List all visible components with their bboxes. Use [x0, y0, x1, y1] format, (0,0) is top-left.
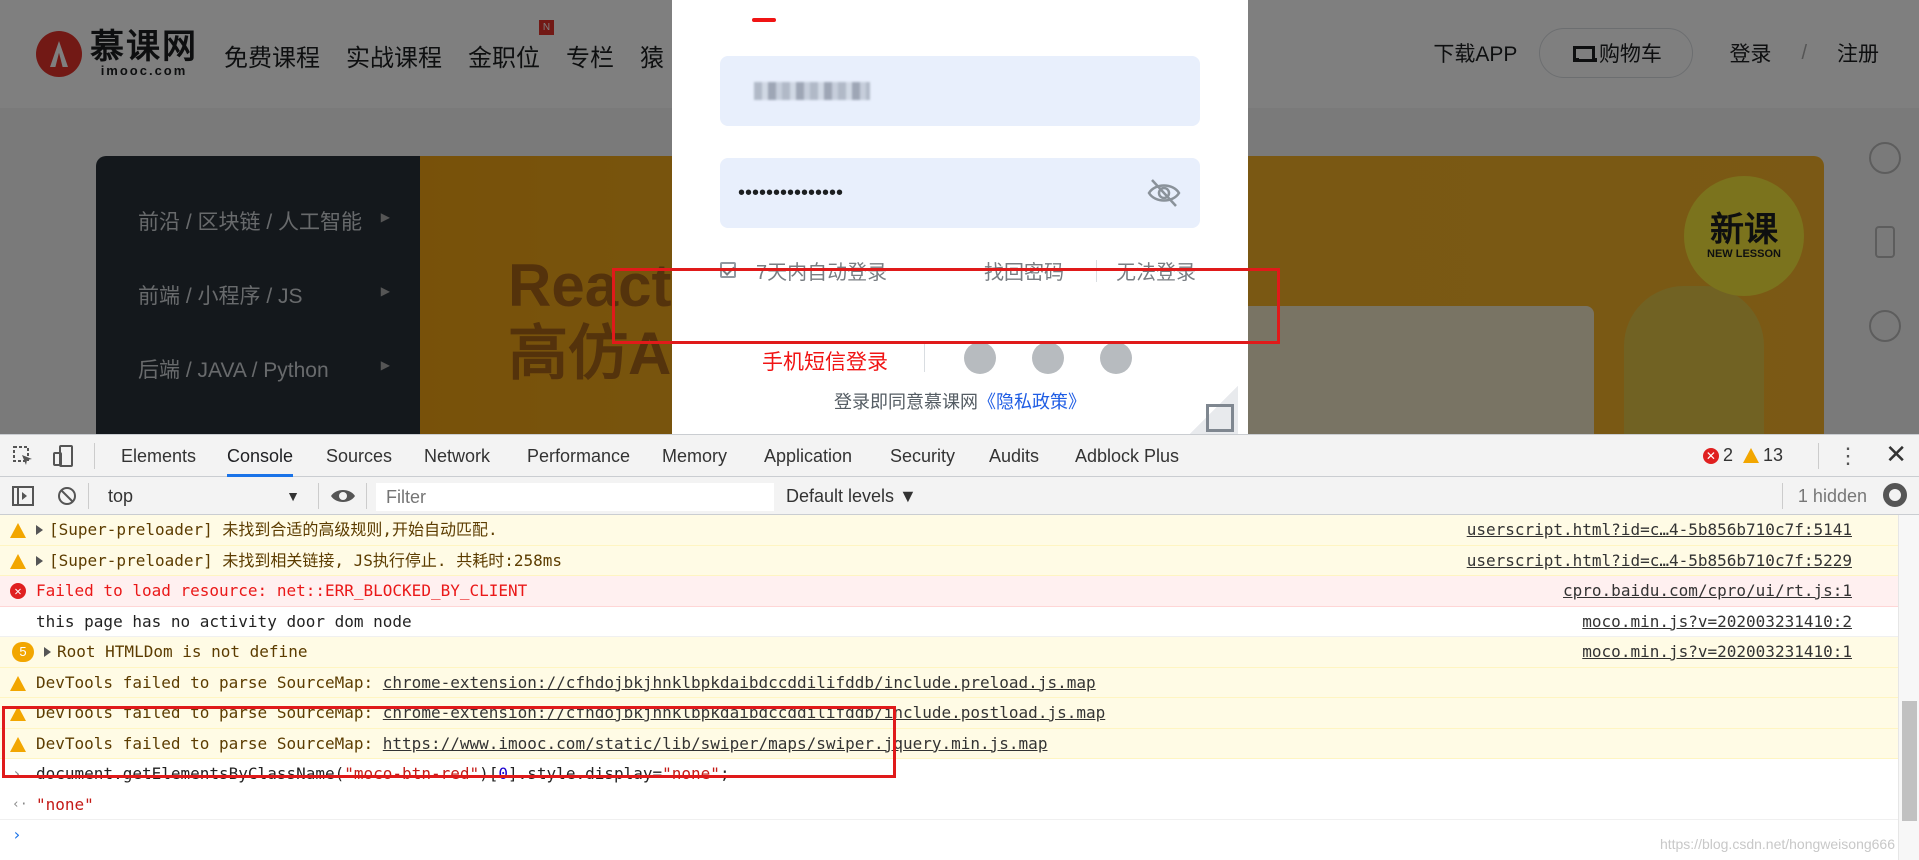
error-icon: ✕ — [1702, 447, 1719, 464]
warning-count: 13 — [1762, 445, 1783, 465]
message-text: this page has no activity door dom node — [36, 611, 412, 631]
divider — [318, 483, 319, 509]
qr-code-icon — [1206, 404, 1234, 432]
weibo-icon[interactable] — [964, 342, 996, 374]
webpage-area: 慕课网 imooc.com 免费课程 实战课程 金职位N 专栏 猿 下载APP … — [0, 0, 1919, 434]
console-message[interactable]: 5 Root HTMLDom is not define moco.min.js… — [0, 637, 1898, 668]
close-icon[interactable]: ✕ — [1885, 439, 1907, 470]
eye-off-icon[interactable] — [1146, 176, 1182, 210]
source-link[interactable]: userscript.html?id=c…4-5b856b710c7f:5141 — [1467, 515, 1852, 545]
divider — [366, 483, 367, 509]
warning-icon — [10, 675, 26, 691]
console-toolbar: top ▼ Default levels ▼ 1 hidden — [0, 477, 1919, 515]
agreement-prefix: 登录即同意慕课网 — [834, 392, 978, 412]
gear-icon[interactable] — [1883, 483, 1907, 507]
result-value: "none" — [36, 794, 94, 814]
message-text: Failed to load resource: net::ERR_BLOCKE… — [36, 581, 528, 600]
console-message[interactable]: [Super-preloader] 未找到相关链接, JS执行停止. 共耗时:2… — [0, 545, 1898, 576]
error-icon: ✕ — [10, 583, 26, 599]
tab-elements[interactable]: Elements — [121, 435, 196, 477]
sidebar-toggle-icon[interactable] — [12, 485, 34, 507]
active-tab-indicator — [752, 18, 776, 22]
tab-adblock-plus[interactable]: Adblock Plus — [1075, 435, 1179, 477]
divider — [88, 483, 89, 509]
qq-icon[interactable] — [1100, 342, 1132, 374]
warning-icon — [10, 523, 26, 538]
context-selector[interactable]: top ▼ — [100, 483, 306, 509]
login-modal: 7天内自动登录 找回密码 无法登录 手机短信登录 登录即同意慕课网《隐私政策》 — [672, 0, 1248, 434]
repeat-count-badge: 5 — [12, 642, 34, 662]
devtools-tabbar: Elements Console Sources Network Perform… — [0, 435, 1919, 477]
console-message[interactable]: this page has no activity door dom node … — [0, 606, 1898, 637]
console-message[interactable]: [Super-preloader] 未找到合适的高级规则,开始自动匹配. use… — [0, 515, 1898, 546]
issue-counter[interactable]: ✕ 2 13 — [1702, 445, 1783, 466]
result-arrow-icon: ‹· — [12, 796, 28, 812]
tab-application[interactable]: Application — [764, 435, 852, 477]
warning-icon — [1742, 448, 1759, 463]
tab-console[interactable]: Console — [227, 435, 294, 477]
tab-memory[interactable]: Memory — [662, 435, 727, 477]
sms-login-link[interactable]: 手机短信登录 — [762, 346, 888, 376]
source-link[interactable]: userscript.html?id=c…4-5b856b710c7f:5229 — [1467, 546, 1852, 576]
message-text: [Super-preloader] 未找到相关链接, JS执行停止. 共耗时:2… — [49, 550, 562, 570]
tab-performance[interactable]: Performance — [527, 435, 630, 477]
privacy-policy-link[interactable]: 《隐私政策》 — [978, 392, 1086, 412]
console-scrollbar[interactable] — [1898, 515, 1919, 860]
highlight-box — [2, 706, 896, 778]
scrollbar-thumb[interactable] — [1902, 701, 1917, 821]
more-options-icon[interactable]: ⋮ — [1837, 443, 1859, 469]
message-text: DevTools failed to parse SourceMap: — [36, 672, 383, 692]
error-count: 2 — [1722, 445, 1733, 465]
expand-triangle-icon[interactable] — [36, 525, 43, 535]
prompt-icon: › — [12, 825, 22, 844]
password-input[interactable] — [738, 158, 1118, 228]
divider — [924, 344, 925, 372]
clear-console-icon[interactable] — [56, 485, 78, 507]
console-input-line[interactable]: › — [0, 820, 1898, 851]
divider — [94, 443, 95, 469]
caret-down-icon: ▼ — [286, 488, 300, 504]
watermark: https://blog.csdn.net/hongweisong666 — [1659, 836, 1895, 852]
source-link[interactable]: moco.min.js?v=202003231410:1 — [1582, 637, 1852, 667]
expand-triangle-icon[interactable] — [36, 555, 43, 566]
device-toolbar-icon[interactable] — [52, 445, 74, 467]
sourcemap-link[interactable]: chrome-extension://cfhdojbkjhnklbpkdaibd… — [383, 673, 1096, 692]
account-field[interactable] — [720, 56, 1200, 126]
console-message[interactable]: DevTools failed to parse SourceMap: chro… — [0, 667, 1898, 698]
message-text: Root HTMLDom is not define — [57, 642, 308, 661]
console-message[interactable]: ✕ Failed to load resource: net::ERR_BLOC… — [0, 576, 1898, 607]
source-link[interactable]: cpro.baidu.com/cpro/ui/rt.js:1 — [1563, 576, 1852, 606]
console-messages: [Super-preloader] 未找到合适的高级规则,开始自动匹配. use… — [0, 515, 1898, 860]
highlight-box — [612, 268, 1280, 344]
password-field[interactable] — [720, 158, 1200, 228]
console-filter-input[interactable] — [376, 483, 774, 511]
inspect-element-icon[interactable] — [12, 445, 34, 467]
expand-triangle-icon[interactable] — [44, 647, 51, 657]
warning-icon — [10, 553, 26, 569]
divider — [1782, 483, 1783, 509]
divider — [1818, 443, 1819, 469]
tab-network[interactable]: Network — [424, 435, 490, 477]
source-link[interactable]: moco.min.js?v=202003231410:2 — [1582, 607, 1852, 637]
console-result[interactable]: ‹· "none" — [0, 789, 1898, 820]
wechat-icon[interactable] — [1032, 342, 1064, 374]
tab-sources[interactable]: Sources — [326, 435, 392, 477]
log-levels-dropdown[interactable]: Default levels ▼ — [786, 483, 917, 509]
hidden-messages-count: 1 hidden — [1797, 486, 1867, 506]
message-text: [Super-preloader] 未找到合适的高级规则,开始自动匹配. — [49, 520, 498, 539]
context-value: top — [108, 486, 134, 506]
eye-icon[interactable] — [330, 485, 356, 507]
tab-security[interactable]: Security — [890, 435, 955, 477]
agreement-text: 登录即同意慕课网《隐私政策》 — [834, 388, 1086, 414]
blurred-account-value — [754, 82, 870, 100]
devtools-panel: Elements Console Sources Network Perform… — [0, 434, 1919, 860]
tab-audits[interactable]: Audits — [989, 435, 1039, 477]
